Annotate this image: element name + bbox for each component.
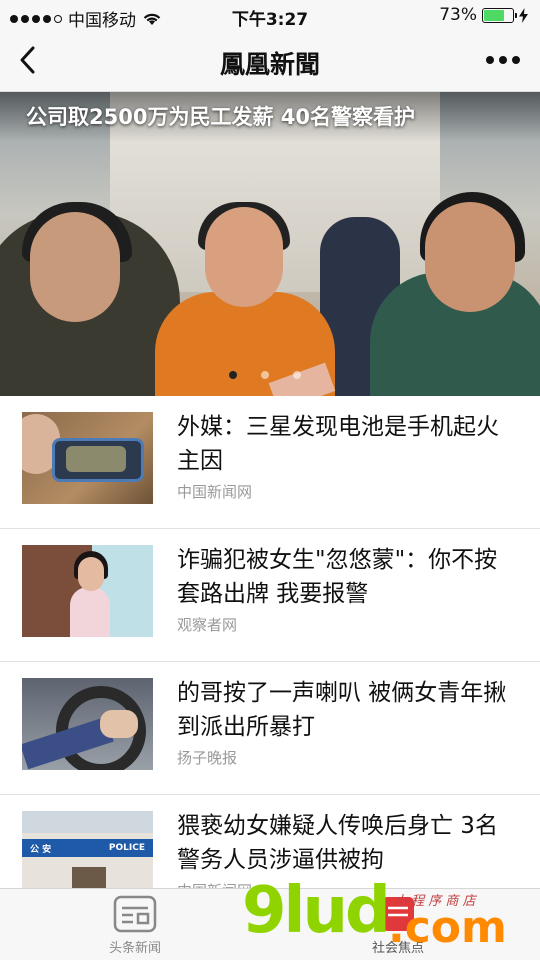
- news-source: 中国新闻网: [177, 483, 253, 501]
- news-title[interactable]: 外媒：三星发现电池是手机起火主因: [177, 410, 512, 478]
- focus-icon: [382, 897, 414, 931]
- police-sign: 公 安 POLICE: [22, 839, 153, 857]
- bottom-tab-bar: 头条新闻 社会焦点: [0, 888, 540, 960]
- news-thumbnail: [22, 412, 153, 504]
- news-title[interactable]: 猥亵幼女嫌疑人传唤后身亡 3名警务人员涉逼供被拘: [177, 809, 512, 877]
- news-item[interactable]: 外媒：三星发现电池是手机起火主因 中国新闻网: [0, 396, 540, 529]
- battery-percent: 73%: [439, 5, 477, 25]
- tab-social-label: 社会焦点: [371, 941, 424, 956]
- police-sign-en: POLICE: [108, 843, 145, 853]
- tab-social-focus[interactable]: 社会焦点: [328, 895, 468, 956]
- battery-area: 73%: [439, 5, 528, 25]
- status-bar: 中国移动 下午3:27 73%: [0, 0, 540, 31]
- news-thumbnail: [22, 678, 153, 770]
- battery-icon: [482, 7, 517, 23]
- tab-headlines-label: 头条新闻: [108, 941, 161, 956]
- carousel-dot-1[interactable]: [229, 371, 237, 379]
- news-source: 观察者网: [177, 616, 238, 634]
- police-sign-cn: 公 安: [30, 844, 52, 855]
- tab-headlines[interactable]: 头条新闻: [65, 895, 205, 956]
- headline-carousel[interactable]: 公司取2500万为民工发薪 40名警察看护: [0, 92, 540, 396]
- news-source: 扬子晚报: [177, 749, 238, 767]
- navigation-bar: 鳳凰新聞: [0, 30, 540, 92]
- newspaper-icon: [113, 895, 157, 933]
- charging-bolt-icon: [519, 7, 528, 23]
- news-title[interactable]: 的哥按了一声喇叭 被俩女青年揪到派出所暴打: [177, 676, 512, 744]
- more-options-icon[interactable]: [486, 56, 520, 64]
- news-item[interactable]: 诈骗犯被女生"忽悠蒙"：你不按套路出牌 我要报警 观察者网: [0, 529, 540, 662]
- page-title: 鳳凰新聞: [219, 50, 320, 79]
- carousel-dot-2[interactable]: [261, 371, 269, 379]
- news-item[interactable]: 的哥按了一声喇叭 被俩女青年揪到派出所暴打 扬子晚报: [0, 662, 540, 795]
- news-list: 外媒：三星发现电池是手机起火主因 中国新闻网 诈骗犯被女生"忽悠蒙"：你不按套路…: [0, 396, 540, 928]
- carousel-indicator: [229, 371, 301, 379]
- banner-headline[interactable]: 公司取2500万为民工发薪 40名警察看护: [26, 101, 415, 131]
- carousel-dot-3[interactable]: [293, 371, 301, 379]
- news-title[interactable]: 诈骗犯被女生"忽悠蒙"：你不按套路出牌 我要报警: [177, 543, 512, 611]
- news-thumbnail: [22, 545, 153, 637]
